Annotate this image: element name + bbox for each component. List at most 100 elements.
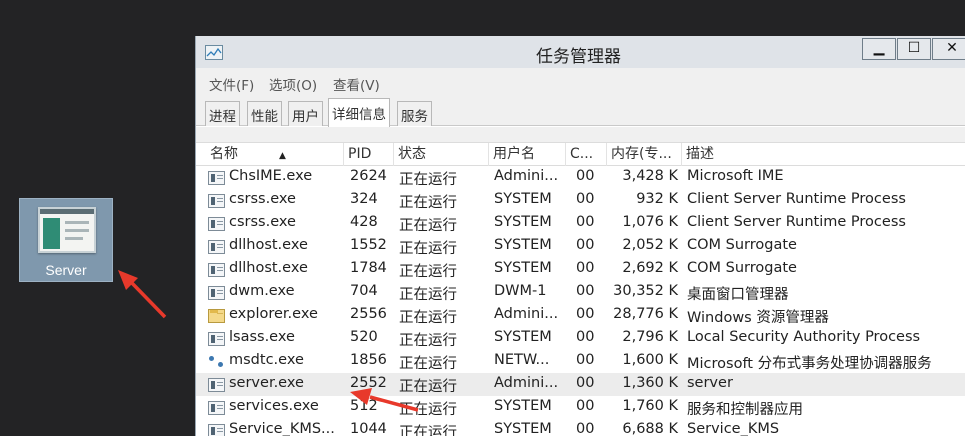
table-row[interactable]: lsass.exe 520 正在运行 SYSTEM 00 2,796 K Local Sec… <box>196 327 965 350</box>
table-row[interactable]: dllhost.exe 1552 正在运行 SYSTEM 00 2,052 K COM Su… <box>196 235 965 258</box>
process-memory: 1,600 K <box>622 352 678 368</box>
process-name: services.exe <box>229 398 319 414</box>
process-user: Admini... <box>494 375 559 391</box>
table-row[interactable]: explorer.exe 2556 正在运行 Admini... 00 28,776 K W… <box>196 304 965 327</box>
process-memory: 932 K <box>636 191 678 207</box>
table-row[interactable]: services.exe 512 正在运行 SYSTEM 00 1,760 K 服务和控制器… <box>196 396 965 419</box>
application-icon <box>208 332 225 346</box>
table-row[interactable]: dwm.exe 704 正在运行 DWM-1 00 30,352 K 桌面窗口管理器 <box>196 281 965 304</box>
process-name: csrss.exe <box>229 191 296 207</box>
tab-performance[interactable]: 性能 <box>247 101 282 126</box>
process-name: msdtc.exe <box>229 352 304 368</box>
tab-processes[interactable]: 进程 <box>205 101 240 126</box>
minimize-button[interactable]: ▁ <box>862 38 896 60</box>
column-header-pid[interactable]: PID <box>344 143 394 166</box>
desktop-icon-server[interactable]: Server <box>19 198 113 282</box>
menu-view[interactable]: 查看(V) <box>333 74 380 94</box>
application-icon <box>208 424 225 436</box>
process-user: Admini... <box>494 306 559 322</box>
process-name: server.exe <box>229 375 304 391</box>
process-user: SYSTEM <box>494 260 552 276</box>
process-user: Admini... <box>494 168 559 184</box>
tab-users[interactable]: 用户 <box>288 101 323 126</box>
table-row[interactable]: csrss.exe 324 正在运行 SYSTEM 00 932 K Client Serv… <box>196 189 965 212</box>
application-icon <box>208 401 225 415</box>
table-row[interactable]: msdtc.exe 1856 正在运行 NETW... 00 1,600 K Microso… <box>196 350 965 373</box>
process-user: NETW... <box>494 352 550 368</box>
process-description: COM Surrogate <box>687 260 797 276</box>
application-icon <box>208 217 225 231</box>
process-status: 正在运行 <box>399 310 457 326</box>
folder-icon <box>208 309 225 323</box>
process-description: Local Security Authority Process <box>687 329 921 345</box>
table-row[interactable]: ChsIME.exe 2624 正在运行 Admini... 00 3,428 K Micr… <box>196 166 965 189</box>
tab-services[interactable]: 服务 <box>397 101 432 126</box>
process-status: 正在运行 <box>399 379 457 395</box>
process-memory: 2,692 K <box>622 260 678 276</box>
maximize-button[interactable]: ☐ <box>897 38 931 60</box>
process-status: 正在运行 <box>399 218 457 234</box>
process-status: 正在运行 <box>399 333 457 349</box>
tab-content-top <box>196 127 965 142</box>
task-manager-window: 任务管理器 ▁ ☐ ✕ 文件(F) 选项(O) 查看(V) 进程 性能 用户 详… <box>195 36 965 436</box>
process-pid: 1856 <box>350 352 387 368</box>
table-row[interactable]: Service_KMS... 1044 正在运行 SYSTEM 00 6,688 K Ser… <box>196 419 965 436</box>
process-pid: 704 <box>350 283 378 299</box>
process-memory: 1,760 K <box>622 398 678 414</box>
process-pid: 1784 <box>350 260 387 276</box>
process-pid: 324 <box>350 191 378 207</box>
application-icon <box>208 263 225 277</box>
process-name: lsass.exe <box>229 329 295 345</box>
process-status: 正在运行 <box>399 241 457 257</box>
process-name: dllhost.exe <box>229 260 308 276</box>
table-row[interactable]: server.exe 2552 正在运行 Admini... 00 1,360 K serv… <box>196 373 965 396</box>
tab-bar: 进程 性能 用户 详细信息 服务 <box>196 96 965 127</box>
process-description: 桌面窗口管理器 <box>687 287 789 303</box>
tab-details[interactable]: 详细信息 <box>328 98 390 127</box>
process-status: 正在运行 <box>399 287 457 303</box>
column-header-status[interactable]: 状态 <box>394 143 489 166</box>
process-cpu: 00 <box>576 260 595 276</box>
application-icon <box>208 286 225 300</box>
column-header-description[interactable]: 描述 <box>682 143 965 166</box>
sort-ascending-icon: ▲ <box>279 151 286 161</box>
column-header-name[interactable]: 名称 ▲ <box>206 143 344 166</box>
process-status: 正在运行 <box>399 356 457 372</box>
process-cpu: 00 <box>576 283 595 299</box>
process-user: SYSTEM <box>494 214 552 230</box>
process-memory: 2,052 K <box>622 237 678 253</box>
process-memory: 2,796 K <box>622 329 678 345</box>
process-cpu: 00 <box>576 214 595 230</box>
process-memory: 6,688 K <box>622 421 678 436</box>
application-icon <box>208 171 225 185</box>
process-status: 正在运行 <box>399 402 457 418</box>
column-header-row: 名称 ▲ PID 状态 用户名 C... 内存(专... 描述 <box>196 142 965 166</box>
process-memory: 3,428 K <box>622 168 678 184</box>
process-cpu: 00 <box>576 375 595 391</box>
process-cpu: 00 <box>576 398 595 414</box>
column-header-name-label: 名称 <box>210 146 238 162</box>
desktop-icon-label: Server <box>45 262 87 278</box>
process-description: Client Server Runtime Process <box>687 214 906 230</box>
column-header-cpu[interactable]: C... <box>566 143 607 166</box>
table-row[interactable]: csrss.exe 428 正在运行 SYSTEM 00 1,076 K Client Se… <box>196 212 965 235</box>
process-pid: 2624 <box>350 168 387 184</box>
process-cpu: 00 <box>576 191 595 207</box>
process-user: SYSTEM <box>494 191 552 207</box>
close-button[interactable]: ✕ <box>932 38 965 60</box>
process-memory: 1,360 K <box>622 375 678 391</box>
title-bar[interactable]: 任务管理器 ▁ ☐ ✕ <box>196 36 965 68</box>
column-header-username[interactable]: 用户名 <box>489 143 566 166</box>
menu-file[interactable]: 文件(F) <box>209 74 254 94</box>
process-name: dllhost.exe <box>229 237 308 253</box>
process-name: ChsIME.exe <box>229 168 313 184</box>
process-description: Service_KMS <box>687 421 780 436</box>
process-cpu: 00 <box>576 237 595 253</box>
menu-options[interactable]: 选项(O) <box>269 74 317 94</box>
table-row[interactable]: dllhost.exe 1784 正在运行 SYSTEM 00 2,692 K COM Su… <box>196 258 965 281</box>
process-pid: 520 <box>350 329 378 345</box>
process-description: Microsoft IME <box>687 168 784 184</box>
column-header-memory[interactable]: 内存(专... <box>607 143 682 166</box>
application-icon <box>208 378 225 392</box>
process-memory: 1,076 K <box>622 214 678 230</box>
